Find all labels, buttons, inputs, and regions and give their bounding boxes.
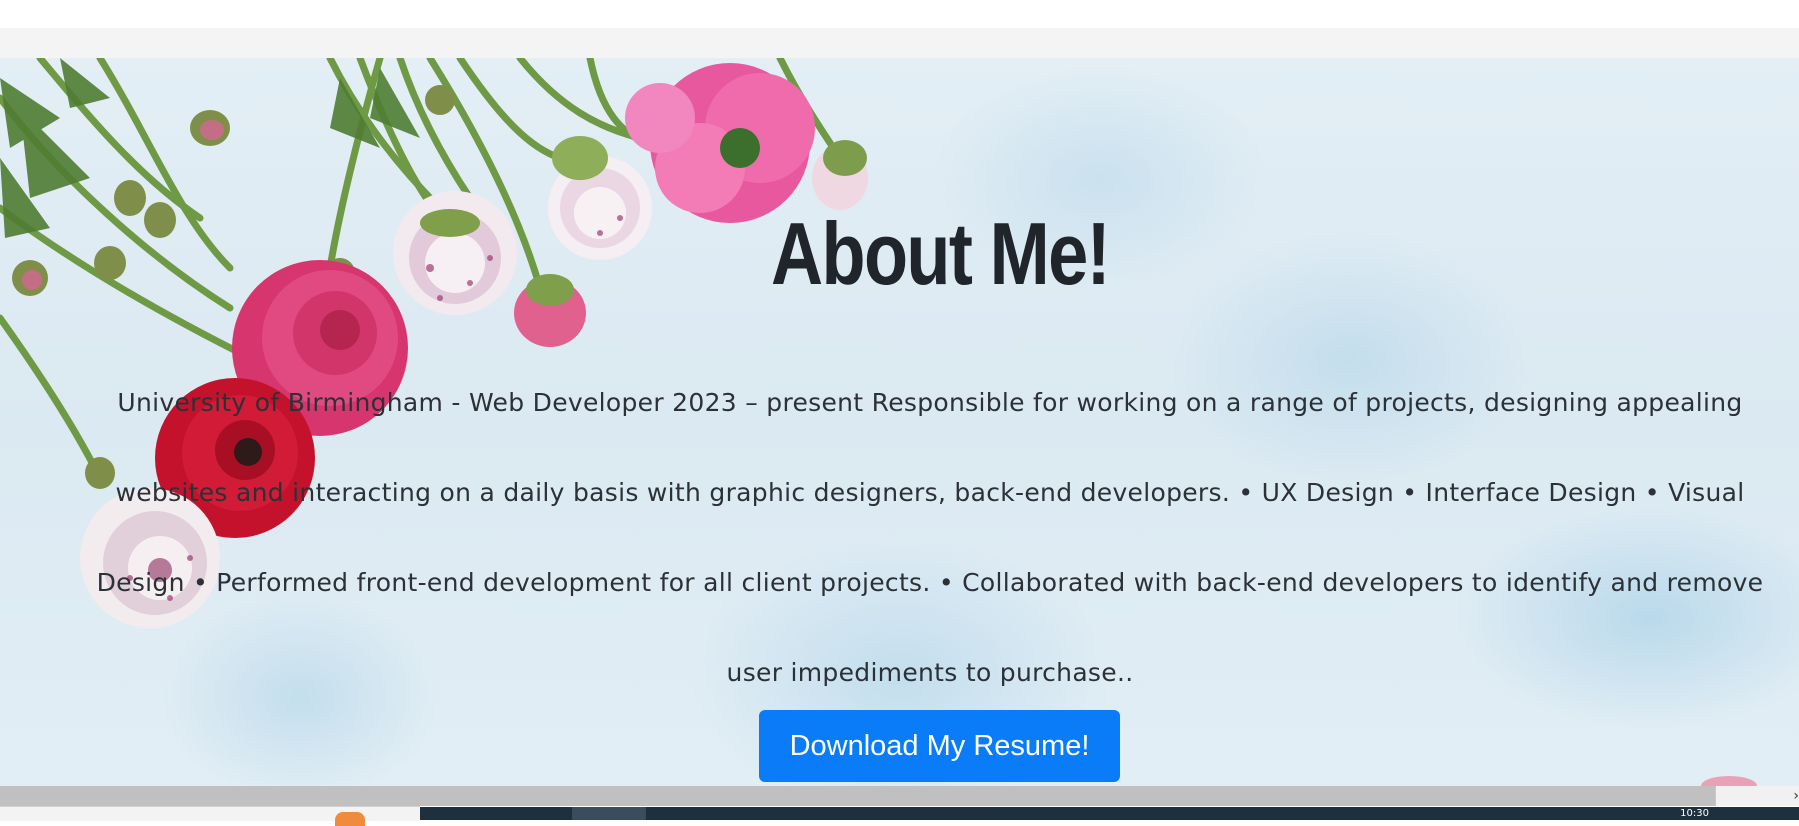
page-title: About Me! [771,204,1111,303]
taskbar-left [0,806,420,826]
download-resume-button[interactable]: Download My Resume! [759,710,1120,782]
browser-top-strip [0,0,1799,28]
about-hero-section: About Me! University of Birmingham - Web… [0,58,1799,786]
taskbar-clock: 10:30 [1680,808,1709,819]
chevron-right-icon[interactable]: › [1793,788,1799,804]
horizontal-scrollbar[interactable]: › [0,786,1799,806]
taskbar: 10:30 [420,807,1799,820]
corner-flower-image [1701,776,1757,786]
bio-text: University of Birmingham - Web Developer… [96,388,1764,687]
app-icon[interactable] [335,812,365,826]
scrollbar-track-end[interactable] [1716,786,1799,806]
scrollbar-thumb[interactable] [0,786,1715,806]
taskbar-active-app[interactable] [572,807,646,820]
page-header-bar [0,28,1799,58]
